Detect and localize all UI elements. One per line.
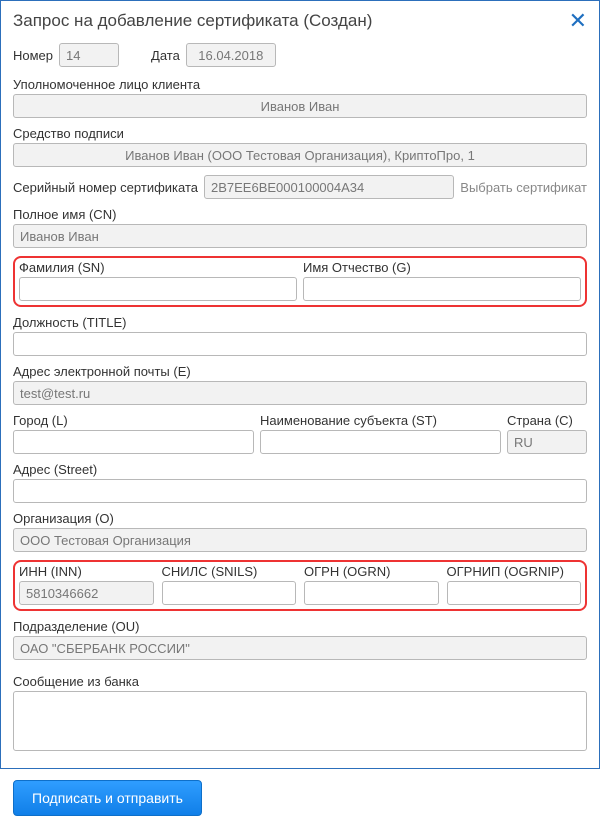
title-block: Должность (TITLE) <box>13 315 587 356</box>
number-label: Номер <box>13 48 53 63</box>
g-field[interactable] <box>303 277 581 301</box>
city-label: Город (L) <box>13 413 254 428</box>
serial-label: Серийный номер сертификата <box>13 180 198 195</box>
org-field[interactable] <box>13 528 587 552</box>
inn-label: ИНН (INN) <box>19 564 154 579</box>
bank-msg-block: Сообщение из банка <box>13 674 587 754</box>
org-block: Организация (O) <box>13 511 587 552</box>
snils-label: СНИЛС (SNILS) <box>162 564 297 579</box>
inn-field[interactable] <box>19 581 154 605</box>
ogrnip-label: ОГРНИП (OGRNIP) <box>447 564 582 579</box>
cn-field[interactable] <box>13 224 587 248</box>
number-date-row: Номер Дата <box>13 43 587 67</box>
ogrn-field[interactable] <box>304 581 439 605</box>
sign-and-send-button[interactable]: Подписать и отправить <box>13 780 202 816</box>
sign-tool-label: Средство подписи <box>13 126 587 141</box>
country-field[interactable] <box>507 430 587 454</box>
serial-field[interactable] <box>204 175 454 199</box>
client-rep-label: Уполномоченное лицо клиента <box>13 77 587 92</box>
snils-field[interactable] <box>162 581 297 605</box>
cn-label: Полное имя (CN) <box>13 207 587 222</box>
number-field[interactable] <box>59 43 119 67</box>
street-field[interactable] <box>13 479 587 503</box>
select-certificate-link[interactable]: Выбрать сертификат <box>460 180 587 195</box>
ogrn-label: ОГРН (OGRN) <box>304 564 439 579</box>
cn-block: Полное имя (CN) <box>13 207 587 248</box>
state-field[interactable] <box>260 430 501 454</box>
title-label: Должность (TITLE) <box>13 315 587 330</box>
sn-g-highlight: Фамилия (SN) Имя Отчество (G) <box>13 256 587 307</box>
date-label: Дата <box>151 48 180 63</box>
title-field[interactable] <box>13 332 587 356</box>
serial-row: Серийный номер сертификата Выбрать серти… <box>13 175 587 199</box>
email-block: Адрес электронной почты (E) <box>13 364 587 405</box>
sign-tool-block: Средство подписи <box>13 126 587 167</box>
sn-label: Фамилия (SN) <box>19 260 297 275</box>
bank-msg-label: Сообщение из банка <box>13 674 587 689</box>
sign-tool-field[interactable] <box>13 143 587 167</box>
ou-label: Подразделение (OU) <box>13 619 587 634</box>
ou-block: Подразделение (OU) <box>13 619 587 660</box>
org-label: Организация (O) <box>13 511 587 526</box>
client-rep-block: Уполномоченное лицо клиента <box>13 77 587 118</box>
street-block: Адрес (Street) <box>13 462 587 503</box>
date-field[interactable] <box>186 43 276 67</box>
certificate-request-dialog: Запрос на добавление сертификата (Создан… <box>0 0 600 769</box>
sn-field[interactable] <box>19 277 297 301</box>
street-label: Адрес (Street) <box>13 462 587 477</box>
g-label: Имя Отчество (G) <box>303 260 581 275</box>
titlebar: Запрос на добавление сертификата (Создан… <box>13 11 587 31</box>
close-icon[interactable]: ✕ <box>569 12 587 30</box>
geo-block: Город (L) Наименование субъекта (ST) Стр… <box>13 413 587 454</box>
codes-highlight: ИНН (INN) СНИЛС (SNILS) ОГРН (OGRN) ОГРН… <box>13 560 587 611</box>
email-field[interactable] <box>13 381 587 405</box>
bank-msg-field[interactable] <box>13 691 587 751</box>
dialog-title: Запрос на добавление сертификата (Создан… <box>13 11 372 31</box>
ou-field[interactable] <box>13 636 587 660</box>
client-rep-field[interactable] <box>13 94 587 118</box>
country-label: Страна (C) <box>507 413 587 428</box>
city-field[interactable] <box>13 430 254 454</box>
ogrnip-field[interactable] <box>447 581 582 605</box>
email-label: Адрес электронной почты (E) <box>13 364 587 379</box>
state-label: Наименование субъекта (ST) <box>260 413 501 428</box>
